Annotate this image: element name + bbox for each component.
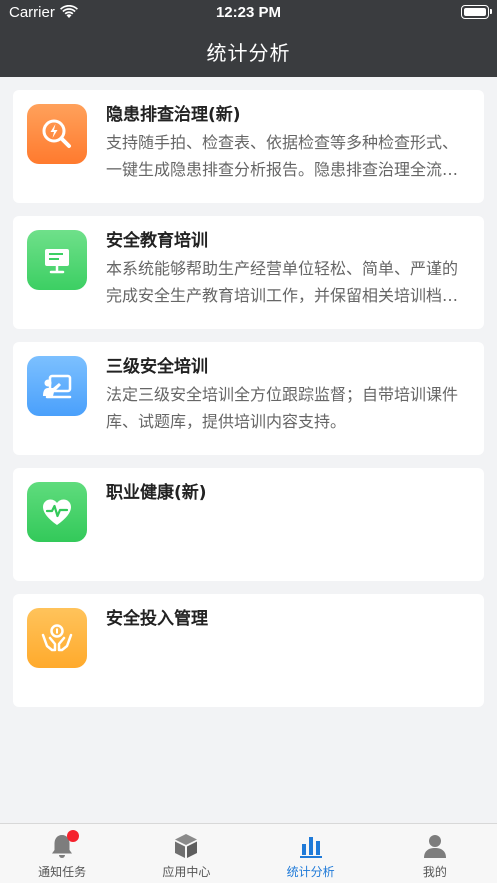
module-title: 安全教育培训 <box>106 231 208 251</box>
tab-mine[interactable]: 我的 <box>373 824 497 883</box>
module-card-three-level-training[interactable]: 三级安全培训 法定三级安全培训全方位跟踪监督；自带培训课件库、试题库，提供培训内… <box>13 342 484 455</box>
notification-badge <box>67 830 80 842</box>
module-card-occupational-health[interactable]: 职业健康(新) <box>13 468 484 581</box>
teaching-screen-icon <box>27 356 87 416</box>
bottom-tab-bar: 通知任务 应用中心 统计分析 我的 <box>0 823 497 883</box>
module-title: 三级安全培训 <box>106 357 208 377</box>
module-card-hazard-inspection[interactable]: 隐患排查治理(新) 支持随手拍、检查表、依据检查等多种检查形式、一键生成隐患排查… <box>13 90 484 203</box>
module-description: 法定三级安全培训全方位跟踪监督；自带培训课件库、试题库，提供培训内容支持。 <box>106 385 459 431</box>
clock: 12:23 PM <box>215 4 282 21</box>
app-header: Carrier 12:23 PM 统计分析 <box>0 0 497 77</box>
tab-app-center[interactable]: 应用中心 <box>124 824 248 883</box>
battery-icon <box>461 5 492 19</box>
tab-label: 我的 <box>422 865 447 879</box>
module-description: 本系统能够帮助生产经营单位轻松、简单、严谨的完成安全生产教育培训工作，并保留相关… <box>106 259 459 305</box>
hands-coin-icon <box>27 608 87 668</box>
presentation-board-icon <box>27 230 87 290</box>
cube-icon <box>172 832 200 860</box>
tab-label: 统计分析 <box>286 865 335 879</box>
module-list: 隐患排查治理(新) 支持随手拍、检查表、依据检查等多种检查形式、一键生成隐患排查… <box>13 90 484 720</box>
tab-label: 通知任务 <box>38 865 87 879</box>
tab-statistics[interactable]: 统计分析 <box>249 824 373 883</box>
module-card-safety-investment[interactable]: 安全投入管理 <box>13 594 484 707</box>
search-lightning-icon <box>27 104 87 164</box>
bell-icon <box>48 830 80 860</box>
tab-notification-tasks[interactable]: 通知任务 <box>0 824 124 883</box>
module-card-safety-education[interactable]: 安全教育培训 本系统能够帮助生产经营单位轻松、简单、严谨的完成安全生产教育培训工… <box>13 216 484 329</box>
module-description: 支持随手拍、检查表、依据检查等多种检查形式、一键生成隐患排查分析报告。隐患排查治… <box>106 133 459 179</box>
bar-chart-icon <box>297 832 325 860</box>
heart-pulse-icon <box>27 482 87 542</box>
module-title: 职业健康(新) <box>106 483 207 503</box>
status-bar: Carrier 12:23 PM <box>0 0 497 26</box>
module-title: 安全投入管理 <box>106 609 208 629</box>
person-icon <box>421 832 449 860</box>
tab-label: 应用中心 <box>162 865 211 879</box>
page-title: 统计分析 <box>206 41 291 65</box>
module-title: 隐患排查治理(新) <box>106 105 241 125</box>
